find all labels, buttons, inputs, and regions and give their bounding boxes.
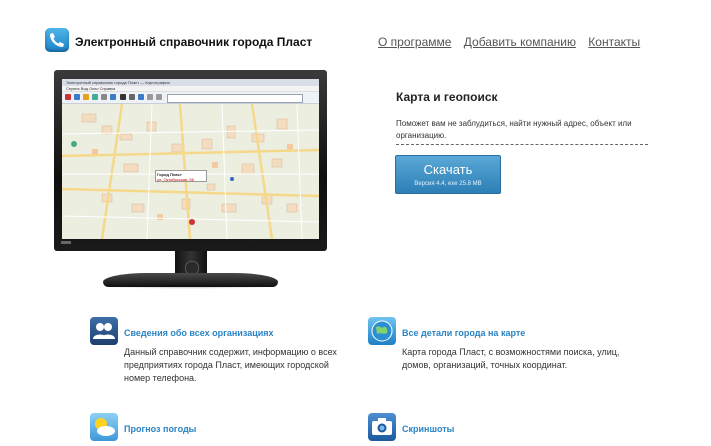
feature-title[interactable]: Скриншоты bbox=[402, 424, 454, 434]
monitor-screen: Электронный справочник города Пласт — Ка… bbox=[62, 79, 319, 239]
download-version-info: Версия 4.4, exe 25.8 MB bbox=[414, 181, 482, 187]
nav-add-company-link[interactable]: Добавить компанию bbox=[464, 35, 576, 49]
feature-map-details: Все детали города на карте Карта города … bbox=[368, 317, 648, 397]
header: Электронный справочник города Пласт О пр… bbox=[0, 0, 711, 60]
globe-icon bbox=[368, 317, 396, 345]
toolbar-icon bbox=[120, 94, 126, 100]
camera-icon bbox=[368, 413, 396, 441]
feature-text: Карта города Пласт, с возможностями поис… bbox=[402, 347, 620, 370]
phone-icon bbox=[45, 28, 69, 52]
feature-weather: Прогноз погоды bbox=[90, 413, 360, 444]
weather-icon bbox=[90, 413, 118, 441]
monitor-bezel: Электронный справочник города Пласт — Ка… bbox=[54, 70, 327, 251]
monitor-brand-logo bbox=[61, 241, 71, 244]
toolbar-icon bbox=[101, 94, 107, 100]
feature-organizations: Сведения обо всех организациях Данный сп… bbox=[90, 317, 360, 397]
feature-title[interactable]: Прогноз погоды bbox=[124, 424, 196, 434]
toolbar-icon bbox=[83, 94, 89, 100]
nav-contacts-link[interactable]: Контакты bbox=[588, 35, 640, 49]
toolbar-icon bbox=[74, 94, 80, 100]
popup-address: ул. Октябрьская, 56 bbox=[157, 177, 194, 182]
toolbar-icon bbox=[110, 94, 116, 100]
toolbar-icon bbox=[65, 94, 71, 100]
map-section-description: Поможет вам не заблудиться, найти нужный… bbox=[396, 118, 648, 145]
feature-text: Данный справочник содержит, информацию о… bbox=[124, 347, 337, 383]
monitor-screenshot: Электронный справочник города Пласт — Ка… bbox=[54, 70, 327, 290]
feature-title[interactable]: Сведения обо всех организациях bbox=[124, 328, 274, 338]
toolbar-icon bbox=[147, 94, 153, 100]
map-section-title: Карта и геопоиск bbox=[396, 90, 498, 104]
feature-title[interactable]: Все детали города на карте bbox=[402, 328, 525, 338]
users-icon bbox=[90, 317, 118, 345]
top-nav: О программе Добавить компанию Контакты bbox=[378, 35, 649, 49]
download-button[interactable]: Скачать Версия 4.4, exe 25.8 MB bbox=[395, 155, 501, 194]
feature-screenshots: Скриншоты bbox=[368, 413, 648, 444]
toolbar-icon bbox=[129, 94, 135, 100]
toolbar-icon bbox=[138, 94, 144, 100]
app-search-field bbox=[167, 94, 303, 103]
toolbar-icon bbox=[156, 94, 162, 100]
city-map: Город Пласт ул. Октябрьская, 56 bbox=[62, 103, 319, 239]
monitor-shadow bbox=[98, 284, 283, 289]
site-title: Электронный справочник города Пласт bbox=[75, 35, 313, 49]
nav-about-link[interactable]: О программе bbox=[378, 35, 451, 49]
toolbar-icon bbox=[92, 94, 98, 100]
download-button-label: Скачать bbox=[423, 162, 473, 177]
app-window-title: Электронный справочник города Пласт — Ка… bbox=[62, 79, 319, 86]
map-popup: Город Пласт ул. Октябрьская, 56 bbox=[155, 170, 207, 182]
